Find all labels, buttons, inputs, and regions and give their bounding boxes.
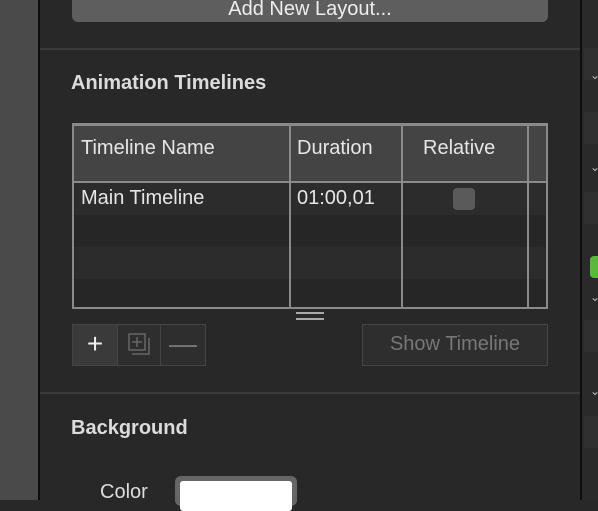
table-row-empty <box>74 279 546 307</box>
relative-checkbox[interactable] <box>453 188 475 210</box>
remove-timeline-button[interactable]: — <box>160 324 206 366</box>
left-sidebar <box>0 0 40 500</box>
minus-icon: — <box>169 328 197 359</box>
divider <box>40 48 580 50</box>
divider <box>40 392 580 394</box>
chevron-down-icon[interactable]: ⌄ <box>590 68 598 82</box>
right-panel: ⌄ ⌄ ⌄ ⌄ <box>580 0 598 500</box>
chevron-down-icon[interactable]: ⌄ <box>590 384 598 398</box>
table-header: Timeline Name Duration Relative <box>74 126 546 183</box>
duplicate-timeline-button[interactable] <box>117 324 161 366</box>
chevron-down-icon[interactable]: ⌄ <box>590 160 598 174</box>
color-well[interactable] <box>175 476 297 511</box>
resize-handle[interactable] <box>296 312 324 320</box>
show-timeline-button[interactable]: Show Timeline <box>362 324 548 366</box>
column-header-relative[interactable]: Relative <box>423 126 495 170</box>
add-timeline-button[interactable]: + <box>72 324 118 366</box>
timeline-name: Main Timeline <box>81 187 205 209</box>
table-row-empty <box>74 215 546 247</box>
status-icon <box>590 256 598 278</box>
timeline-duration: 01:00,01 <box>297 187 375 209</box>
color-swatch <box>180 481 292 511</box>
color-label: Color <box>100 481 148 503</box>
chevron-down-icon[interactable]: ⌄ <box>590 290 598 304</box>
add-new-layout-button[interactable]: Add New Layout... <box>72 0 548 22</box>
section-title-animation-timelines: Animation Timelines <box>71 72 267 94</box>
table-row-empty <box>74 247 546 279</box>
section-title-background: Background <box>71 417 188 439</box>
table-row[interactable]: Main Timeline 01:00,01 <box>74 183 546 215</box>
timelines-table: Timeline Name Duration Relative Main Tim… <box>72 123 548 309</box>
column-header-duration[interactable]: Duration <box>297 126 373 170</box>
plus-icon: + <box>86 328 104 359</box>
duplicate-icon <box>128 333 150 355</box>
column-header-name[interactable]: Timeline Name <box>81 126 215 170</box>
